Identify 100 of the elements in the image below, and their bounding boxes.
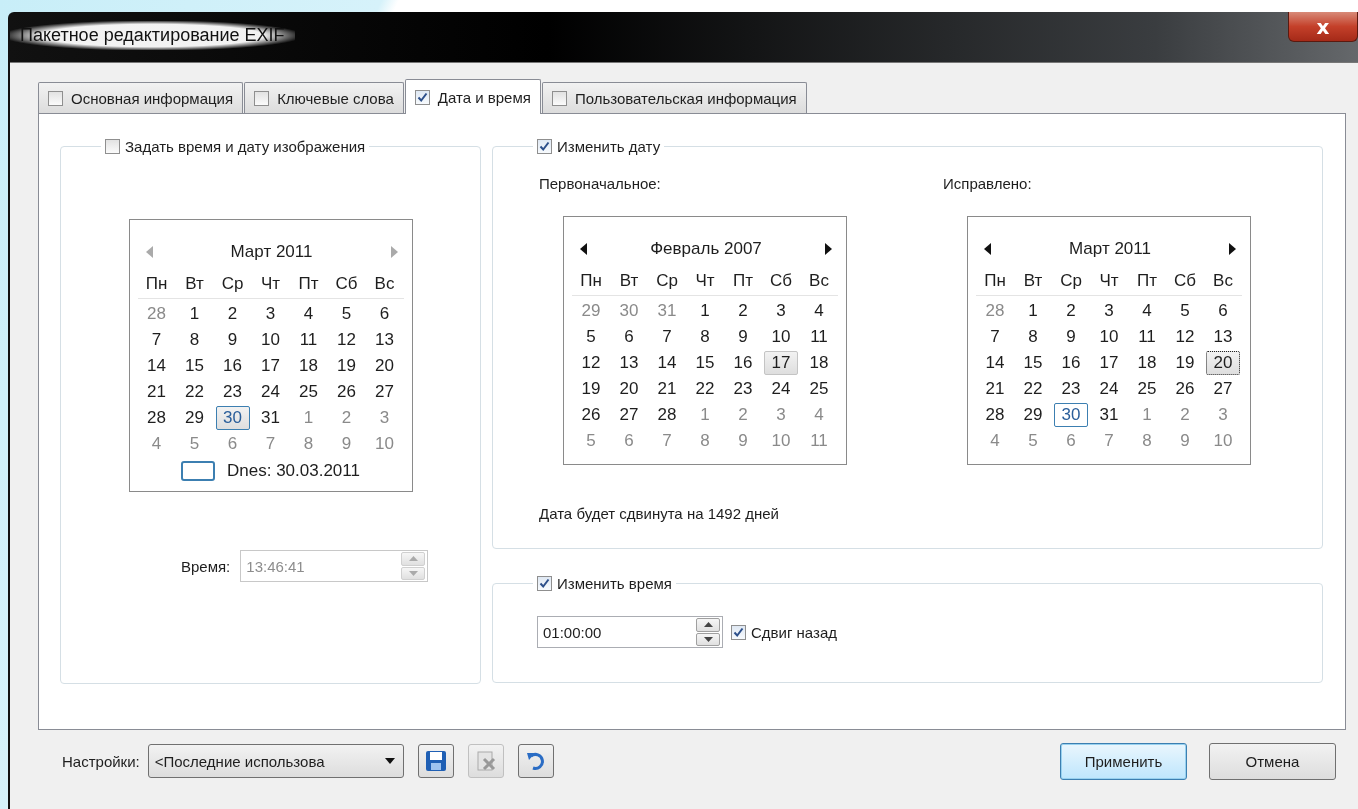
- calendar-day[interactable]: 29: [1016, 403, 1050, 427]
- calendar-day[interactable]: 28: [139, 406, 174, 430]
- calendar-day[interactable]: 26: [329, 380, 364, 404]
- tab[interactable]: Пользовательская информация: [541, 82, 807, 113]
- calendar-day[interactable]: 10: [764, 325, 798, 349]
- calendar-day[interactable]: 3: [764, 403, 798, 427]
- checkbox[interactable]: [537, 576, 552, 591]
- calendar-day[interactable]: 8: [688, 325, 722, 349]
- calendar-day[interactable]: 23: [1054, 377, 1088, 401]
- undo-button[interactable]: [517, 744, 554, 778]
- calendar-day[interactable]: 6: [1054, 429, 1088, 453]
- calendar-day[interactable]: 15: [1016, 351, 1050, 375]
- checkbox-label[interactable]: Изменить время: [557, 575, 672, 592]
- calendar-day[interactable]: 19: [574, 377, 608, 401]
- calendar-day[interactable]: 23: [726, 377, 760, 401]
- calendar-day[interactable]: 1: [1016, 299, 1050, 323]
- calendar-day[interactable]: 14: [139, 354, 174, 378]
- calendar-day[interactable]: 14: [978, 351, 1012, 375]
- calendar-day[interactable]: 2: [1168, 403, 1202, 427]
- calendar-day[interactable]: 6: [612, 429, 646, 453]
- checkbox[interactable]: [731, 624, 746, 640]
- close-button[interactable]: x: [1288, 12, 1358, 42]
- calendar-day[interactable]: 13: [367, 328, 402, 352]
- calendar-day[interactable]: 30: [1054, 403, 1088, 427]
- checkbox-label[interactable]: Изменить дату: [557, 138, 661, 155]
- checkbox[interactable]: [254, 90, 270, 106]
- calendar-day[interactable]: 28: [139, 302, 174, 326]
- calendar-day[interactable]: 11: [802, 325, 836, 349]
- calendar-day[interactable]: 13: [1206, 325, 1240, 349]
- calendar-day[interactable]: 9: [726, 325, 760, 349]
- calendar-day[interactable]: 17: [253, 354, 288, 378]
- calendar-day[interactable]: 4: [802, 299, 836, 323]
- calendar-day[interactable]: 8: [177, 328, 212, 352]
- month-title[interactable]: Март 2011: [230, 242, 313, 262]
- calendar-day[interactable]: 5: [1168, 299, 1202, 323]
- calendar-day[interactable]: 8: [1016, 325, 1050, 349]
- calendar-day[interactable]: 7: [1092, 429, 1126, 453]
- cancel-button[interactable]: Отмена: [1209, 742, 1336, 780]
- calendar-day[interactable]: 18: [291, 354, 326, 378]
- calendar-day[interactable]: 20: [1206, 351, 1240, 375]
- calendar-day[interactable]: 25: [802, 377, 836, 401]
- calendar-day[interactable]: 17: [764, 351, 798, 375]
- calendar-day[interactable]: 31: [1092, 403, 1126, 427]
- spin-down-button[interactable]: [696, 632, 720, 646]
- calendar-day[interactable]: 9: [1168, 429, 1202, 453]
- calendar-day[interactable]: 22: [1016, 377, 1050, 401]
- calendar-day[interactable]: 20: [367, 354, 402, 378]
- calendar[interactable]: Март 2011 Пн Вт Ср Чт Пт Сб Вс 28 1 2 3 4 5 6 7 8 9 10 11 12 13 14 15 16 17 18 19 20 21 22 23 24 25 26 27 28 29 30 31 1 2 3 4 5 6 7 8 9 10: [967, 216, 1251, 465]
- calendar-day[interactable]: 12: [574, 351, 608, 375]
- calendar-day[interactable]: 11: [1130, 325, 1164, 349]
- calendar[interactable]: Март 2011 Пн Вт Ср Чт Пт Сб Вс 28 1 2 3 4 5 6 7 8 9 10 11 12 13 14 15 16 17 18 19 20 21 22 23 24 25 26 27 28 29 30 31 1 2 3 4 5 6 7 8 9 10 Dnes: 30.03.2011: [128, 219, 413, 492]
- tab[interactable]: Основная информация: [38, 82, 244, 113]
- calendar-day[interactable]: 5: [574, 429, 608, 453]
- calendar-day[interactable]: 23: [215, 380, 250, 404]
- calendar-day[interactable]: 28: [978, 403, 1012, 427]
- tab[interactable]: Дата и время: [404, 79, 541, 114]
- calendar-day[interactable]: 3: [253, 302, 288, 326]
- calendar-day[interactable]: 31: [650, 299, 684, 323]
- checkbox[interactable]: [48, 90, 63, 106]
- calendar-day[interactable]: 27: [1206, 377, 1240, 401]
- calendar-day[interactable]: 4: [978, 429, 1012, 453]
- calendar-day[interactable]: 18: [1130, 351, 1164, 375]
- calendar-day[interactable]: 2: [726, 403, 760, 427]
- calendar-day[interactable]: 28: [978, 299, 1012, 323]
- calendar-day[interactable]: 16: [1054, 351, 1088, 375]
- calendar-day[interactable]: 9: [329, 432, 364, 456]
- spin-up-button[interactable]: [696, 618, 720, 632]
- today-link[interactable]: Dnes: 30.03.2011: [227, 461, 360, 481]
- apply-button[interactable]: Применить: [1060, 742, 1187, 780]
- calendar-day[interactable]: 9: [1054, 325, 1088, 349]
- save-button[interactable]: [417, 744, 454, 778]
- calendar-day[interactable]: 15: [688, 351, 722, 375]
- calendar-day[interactable]: 16: [726, 351, 760, 375]
- calendar-day[interactable]: 29: [177, 406, 212, 430]
- calendar-day[interactable]: 14: [650, 351, 684, 375]
- calendar-day[interactable]: 6: [215, 432, 250, 456]
- previous-month-icon[interactable]: [984, 243, 991, 255]
- calendar-day[interactable]: 9: [726, 429, 760, 453]
- calendar-day[interactable]: 27: [367, 380, 402, 404]
- time-shift-field[interactable]: 01:00:00: [537, 616, 723, 648]
- checkbox[interactable]: [551, 90, 567, 106]
- calendar-day[interactable]: 4: [802, 403, 836, 427]
- calendar-day[interactable]: 9: [215, 328, 250, 352]
- calendar-day[interactable]: 28: [650, 403, 684, 427]
- calendar-day[interactable]: 6: [367, 302, 402, 326]
- presets-dropdown[interactable]: <Последние использова: [147, 744, 404, 778]
- calendar-day[interactable]: 2: [215, 302, 250, 326]
- calendar-day[interactable]: 3: [764, 299, 798, 323]
- calendar-day[interactable]: 31: [253, 406, 288, 430]
- calendar-day[interactable]: 1: [177, 302, 212, 326]
- calendar-day[interactable]: 3: [367, 406, 402, 430]
- calendar-day[interactable]: 5: [574, 325, 608, 349]
- calendar-day[interactable]: 10: [253, 328, 288, 352]
- calendar[interactable]: Февраль 2007 Пн Вт Ср Чт Пт Сб Вс 29 30 31 1 2 3 4 5 6 7 8 9 10 11 12 13 14 15 16 17 18 19 20 21 22 23 24 25 26 27 28 1 2 3 4 5 6 7 8 9 10 11: [563, 216, 847, 465]
- calendar-day[interactable]: 27: [612, 403, 646, 427]
- calendar-day[interactable]: 12: [329, 328, 364, 352]
- calendar-day[interactable]: 25: [1130, 377, 1164, 401]
- calendar-day[interactable]: 11: [291, 328, 326, 352]
- calendar-day[interactable]: 7: [978, 325, 1012, 349]
- calendar-day[interactable]: 13: [612, 351, 646, 375]
